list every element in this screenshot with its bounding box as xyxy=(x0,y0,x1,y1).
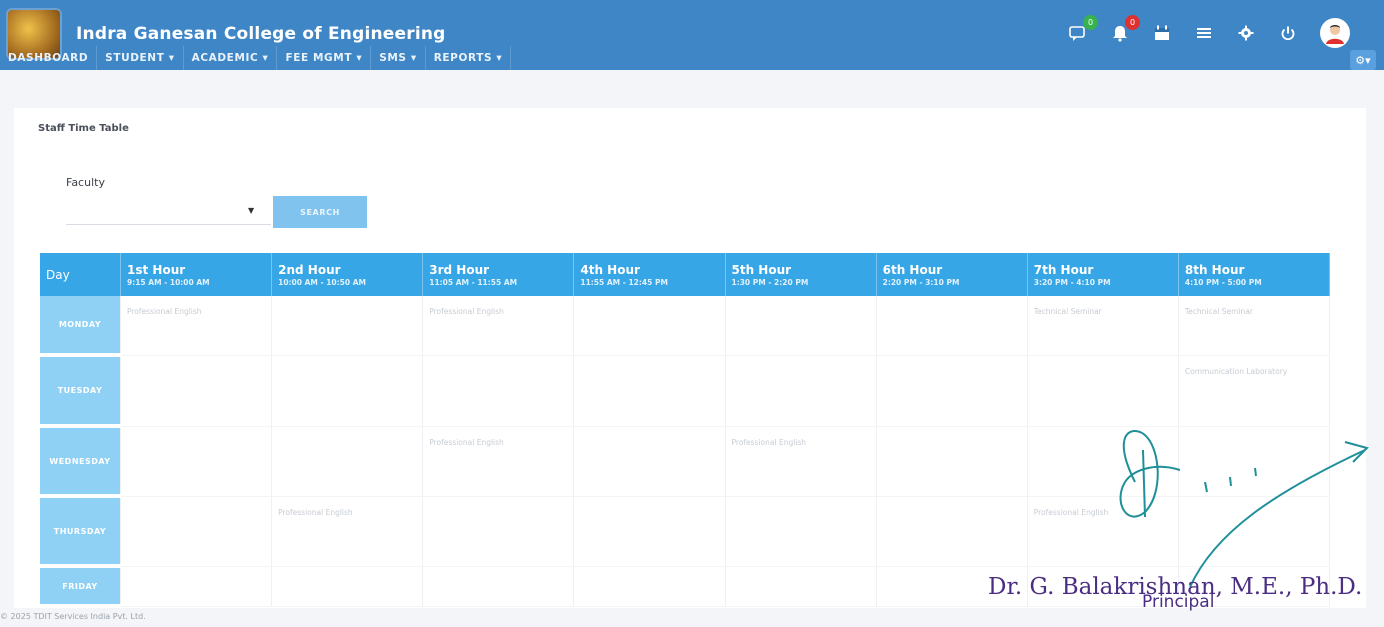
faculty-label: Faculty xyxy=(66,176,105,189)
period-cell xyxy=(725,496,877,567)
hour-name: 6th Hour xyxy=(882,262,943,277)
period-cell xyxy=(573,296,726,356)
hour-time: 11:05 AM - 11:55 AM xyxy=(429,277,518,287)
period-cell xyxy=(573,426,726,497)
period-cell: Professional English xyxy=(422,426,575,497)
hour-name: 2nd Hour xyxy=(278,262,341,277)
message-icon[interactable]: 0 xyxy=(1068,15,1098,43)
hour-name: 7th Hour xyxy=(1033,262,1094,277)
period-cell xyxy=(1027,355,1179,427)
period-cell: Technical Seminar xyxy=(1027,296,1179,356)
hour-header-3: 3rd Hour 11:05 AM - 11:55 AM xyxy=(422,253,575,296)
period-cell xyxy=(573,496,726,567)
period-cell xyxy=(573,566,726,607)
period-cell: Professional English xyxy=(271,496,424,567)
page-title: Staff Time Table xyxy=(38,123,129,134)
settings-dropdown-button[interactable]: ⚙▾ xyxy=(1350,50,1376,70)
notification-count-badge: 0 xyxy=(1125,15,1140,30)
day-column-header: Day xyxy=(40,253,121,296)
period-cell xyxy=(120,566,273,607)
signature-title: Principal xyxy=(1142,592,1215,612)
period-cell xyxy=(573,355,726,427)
hour-header-4: 4th Hour 11:55 AM - 12:45 PM xyxy=(573,253,726,296)
period-cell xyxy=(725,566,877,607)
period-cell: Communication Laboratory xyxy=(1178,355,1331,427)
period-cell xyxy=(120,496,273,567)
hour-name: 4th Hour xyxy=(580,262,640,277)
footer-copyright: © 2025 TDIT Services India Pvt. Ltd. xyxy=(0,612,146,621)
signature-scribble xyxy=(1119,430,1369,588)
hour-header-1: 1st Hour 9:15 AM - 10:00 AM xyxy=(120,253,273,296)
period-cell: Professional English xyxy=(120,296,273,356)
period-cell xyxy=(271,296,424,356)
nav-dashboard[interactable]: DASHBOARD xyxy=(0,46,98,70)
hour-name: 3rd Hour xyxy=(429,262,490,277)
chevron-down-icon: ▼ xyxy=(248,206,255,215)
period-cell xyxy=(271,566,424,607)
calendar-icon[interactable] xyxy=(1152,23,1172,43)
period-cell: Technical Seminar xyxy=(1178,296,1331,356)
period-cell xyxy=(422,355,575,427)
hour-header-2: 2nd Hour 10:00 AM - 10:50 AM xyxy=(271,253,424,296)
period-cell xyxy=(876,355,1028,427)
day-cell-wednesday: WEDNESDAY xyxy=(40,426,121,498)
hour-time: 9:15 AM - 10:00 AM xyxy=(127,277,210,287)
college-name: Indra Ganesan College of Engineering xyxy=(76,24,446,44)
main-nav: DASHBOARD STUDENT ▾ ACADEMIC ▾ FEE MGMT … xyxy=(0,46,1384,70)
period-cell xyxy=(120,355,273,427)
period-cell xyxy=(876,296,1028,356)
hour-header-8: 8th Hour 4:10 PM - 5:00 PM xyxy=(1178,253,1331,296)
hour-time: 10:00 AM - 10:50 AM xyxy=(278,277,366,287)
hour-header-6: 6th Hour 2:20 PM - 3:10 PM xyxy=(876,253,1028,296)
timetable-header-row: Day 1st Hour 9:15 AM - 10:00 AM 2nd Hour 1… xyxy=(40,253,1331,296)
nav-sms[interactable]: SMS ▾ xyxy=(371,46,426,70)
period-cell xyxy=(422,566,575,607)
period-cell xyxy=(120,426,273,497)
day-cell-friday: FRIDAY xyxy=(40,566,121,608)
message-count-badge: 0 xyxy=(1083,15,1098,30)
day-cell-monday: MONDAY xyxy=(40,296,121,357)
hour-time: 2:20 PM - 3:10 PM xyxy=(882,277,960,287)
faculty-select[interactable] xyxy=(66,196,271,225)
period-cell xyxy=(725,355,877,427)
period-cell: Professional English xyxy=(725,426,877,497)
hour-time: 4:10 PM - 5:00 PM xyxy=(1184,277,1262,287)
search-button[interactable]: SEARCH xyxy=(273,196,367,228)
period-cell xyxy=(876,496,1028,567)
period-cell xyxy=(422,496,575,567)
user-avatar[interactable] xyxy=(1320,18,1350,48)
nav-fee-mgmt[interactable]: FEE MGMT ▾ xyxy=(277,46,372,70)
power-icon[interactable] xyxy=(1278,23,1298,43)
bell-icon[interactable]: 0 xyxy=(1110,15,1140,43)
hour-name: 8th Hour xyxy=(1184,262,1245,277)
nav-student[interactable]: STUDENT ▾ xyxy=(97,46,184,70)
day-cell-thursday: THURSDAY xyxy=(40,496,121,568)
list-icon[interactable] xyxy=(1194,23,1214,43)
hour-name: 1st Hour xyxy=(127,262,186,277)
nav-academic[interactable]: ACADEMIC ▾ xyxy=(184,46,278,70)
hour-time: 3:20 PM - 4:10 PM xyxy=(1033,277,1111,287)
period-cell xyxy=(725,296,877,356)
top-header-bar: Indra Ganesan College of Engineering 0 0… xyxy=(0,0,1384,70)
table-row: MONDAY Professional English Professional… xyxy=(40,296,1331,357)
gear-icon[interactable] xyxy=(1236,23,1256,43)
period-cell: Professional English xyxy=(422,296,575,356)
period-cell xyxy=(271,355,424,427)
hour-header-7: 7th Hour 3:20 PM - 4:10 PM xyxy=(1027,253,1179,296)
period-cell xyxy=(271,426,424,497)
day-cell-tuesday: TUESDAY xyxy=(40,355,121,428)
nav-reports[interactable]: REPORTS ▾ xyxy=(426,46,512,70)
hour-time: 11:55 AM - 12:45 PM xyxy=(580,277,668,287)
header-icons: 0 0 xyxy=(1068,15,1350,48)
table-row: TUESDAY Communication Laboratory xyxy=(40,355,1331,428)
hour-header-5: 5th Hour 1:30 PM - 2:20 PM xyxy=(725,253,877,296)
hour-name: 5th Hour xyxy=(731,262,792,277)
hour-time: 1:30 PM - 2:20 PM xyxy=(731,277,809,287)
period-cell xyxy=(876,426,1028,497)
